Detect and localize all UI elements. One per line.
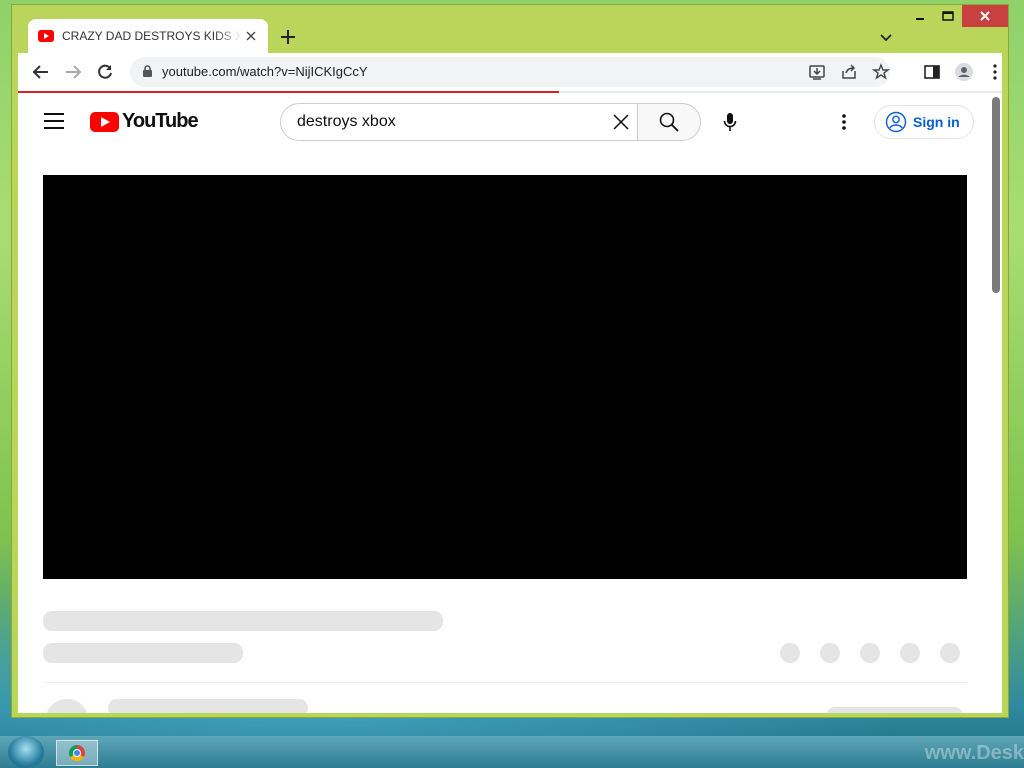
- youtube-play-icon: [90, 111, 119, 132]
- taskbar: [0, 736, 1024, 768]
- browser-window: CRAZY DAD DESTROYS KIDS XBOX: [11, 4, 1009, 718]
- voice-search-microphone-icon[interactable]: [718, 110, 742, 134]
- youtube-favicon-icon: [38, 30, 54, 42]
- title-bar: CRAZY DAD DESTROYS KIDS XBOX: [12, 5, 1008, 53]
- share-icon[interactable]: [840, 63, 858, 81]
- minimize-button[interactable]: [906, 5, 934, 27]
- action-placeholder: [860, 643, 880, 663]
- youtube-logo[interactable]: YouTube: [90, 110, 199, 133]
- sign-in-label: Sign in: [913, 114, 960, 130]
- settings-kebab-icon[interactable]: [832, 110, 856, 134]
- address-bar[interactable]: youtube.com/watch?v=NijICKIgCcY: [130, 57, 891, 87]
- browser-menu-kebab-icon[interactable]: [984, 61, 1006, 83]
- chrome-icon: [69, 745, 85, 761]
- subtitle-placeholder: [43, 643, 243, 663]
- back-arrow-left-icon[interactable]: [30, 61, 52, 83]
- close-window-button[interactable]: [962, 5, 1008, 27]
- avatar-placeholder: [45, 699, 89, 713]
- sign-in-button[interactable]: Sign in: [874, 105, 974, 139]
- action-placeholder: [900, 643, 920, 663]
- hamburger-menu-icon[interactable]: [44, 113, 64, 129]
- account-circle-icon: [885, 111, 907, 133]
- taskbar-chrome-button[interactable]: [56, 740, 98, 766]
- video-player[interactable]: [43, 175, 967, 579]
- tab-close-icon[interactable]: [242, 27, 260, 45]
- search-icon: [659, 112, 679, 132]
- action-placeholder: [940, 643, 960, 663]
- subscribe-placeholder: [826, 707, 963, 713]
- action-placeholder: [780, 643, 800, 663]
- search-input[interactable]: destroys xbox: [280, 103, 638, 141]
- action-placeholder: [820, 643, 840, 663]
- page-scrollbar[interactable]: [992, 97, 1000, 293]
- reload-icon[interactable]: [94, 61, 116, 83]
- install-icon[interactable]: [808, 63, 826, 81]
- browser-toolbar: youtube.com/watch?v=NijICKIgCcY: [18, 53, 1002, 91]
- bookmark-star-icon[interactable]: [871, 63, 891, 81]
- watermark-text: www.Desk: [924, 742, 1024, 764]
- divider: [43, 682, 967, 683]
- search-button[interactable]: [637, 103, 701, 141]
- start-button-orb-icon[interactable]: [8, 736, 44, 768]
- tab-search-chevron-down-icon[interactable]: [876, 27, 896, 47]
- youtube-header: YouTube destroys xbox Sign in: [18, 93, 990, 151]
- browser-tab[interactable]: CRAZY DAD DESTROYS KIDS XBOX: [28, 19, 268, 53]
- youtube-logo-text: YouTube: [122, 110, 199, 132]
- url-text: youtube.com/watch?v=NijICKIgCcY: [162, 64, 368, 79]
- side-panel-icon[interactable]: [921, 61, 943, 83]
- clear-search-close-icon[interactable]: [611, 112, 631, 132]
- page-content: YouTube destroys xbox Sign in: [18, 93, 1002, 713]
- profile-icon[interactable]: [953, 61, 975, 83]
- search-query-text: destroys xbox: [297, 113, 396, 130]
- lock-icon[interactable]: [142, 65, 153, 83]
- channel-name-placeholder: [108, 699, 308, 713]
- maximize-button[interactable]: [934, 5, 962, 27]
- title-placeholder: [43, 611, 443, 631]
- tab-title: CRAZY DAD DESTROYS KIDS XBOX: [62, 29, 242, 43]
- window-controls: [906, 5, 1008, 29]
- new-tab-plus-icon[interactable]: [278, 27, 298, 47]
- forward-arrow-right-icon[interactable]: [62, 61, 84, 83]
